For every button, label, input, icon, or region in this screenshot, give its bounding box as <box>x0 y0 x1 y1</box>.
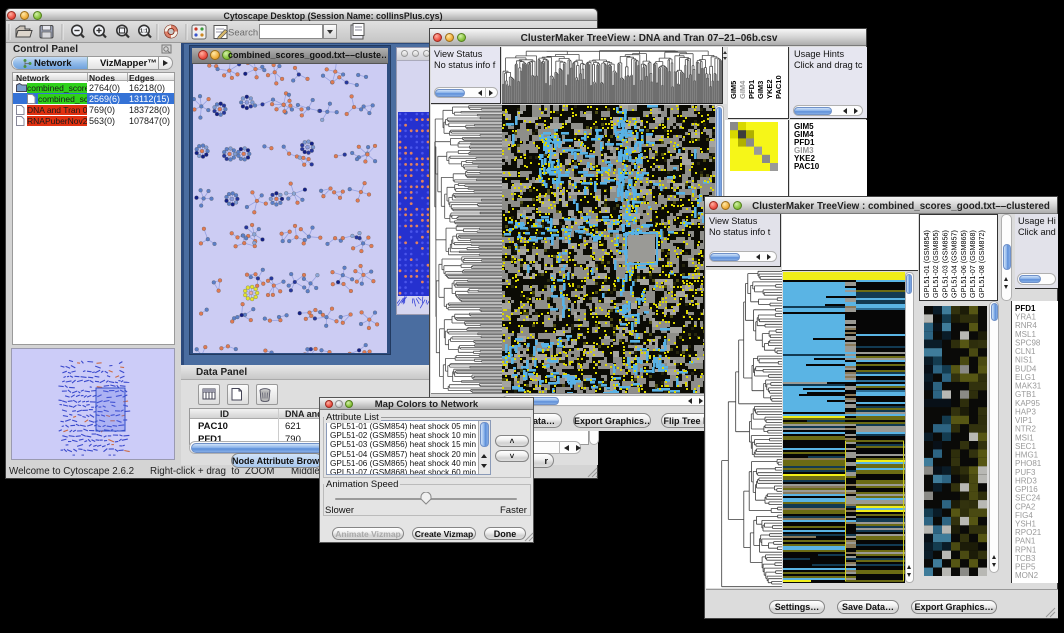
svg-text:YKE2: YKE2 <box>765 79 774 99</box>
svg-text:PFD1: PFD1 <box>747 80 756 99</box>
svg-text:GIM5: GIM5 <box>729 81 738 99</box>
svg-text:GIM3: GIM3 <box>756 81 765 99</box>
svg-text:PAC10: PAC10 <box>774 75 783 99</box>
svg-text:GPL51-07 (GSM868): GPL51-07 (GSM868) <box>968 230 977 298</box>
svg-text:GPL51-03 (GSM856): GPL51-03 (GSM856) <box>940 230 949 298</box>
svg-text:GPL51-01 (GSM854): GPL51-01 (GSM854) <box>922 230 931 298</box>
svg-text:1:1: 1:1 <box>140 29 148 35</box>
svg-text:GPL51-04 (GSM857): GPL51-04 (GSM857) <box>950 230 959 298</box>
svg-text:GPL51-08 (GSM872): GPL51-08 (GSM872) <box>977 230 986 298</box>
svg-text:Search:: Search: <box>228 28 261 39</box>
svg-text:GPL51-02 (GSM855): GPL51-02 (GSM855) <box>931 230 940 298</box>
svg-text:GIM4: GIM4 <box>738 80 747 99</box>
svg-text:GPL51-06 (GSM865): GPL51-06 (GSM865) <box>959 230 968 298</box>
